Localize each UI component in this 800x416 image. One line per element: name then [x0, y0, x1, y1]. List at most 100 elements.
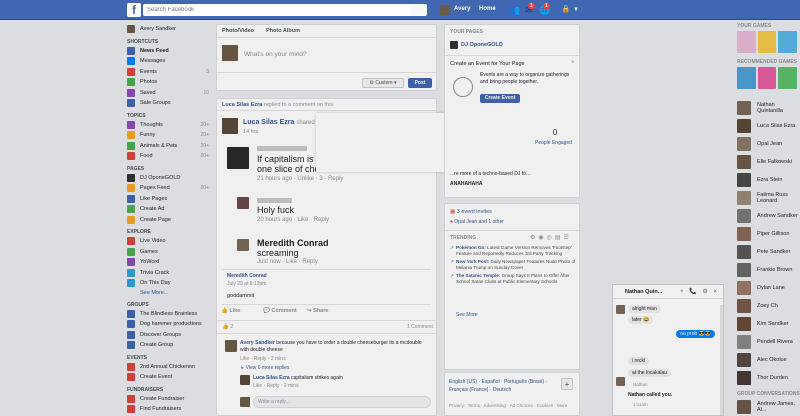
composer-input[interactable]: What's on your mind? [244, 51, 307, 58]
trending-item[interactable]: ↗ Pokémon Go: Latest Game Version Removes… [450, 245, 576, 257]
sidebar-item-create-ad[interactable]: Create Ad [127, 204, 209, 215]
language-line-1[interactable]: English (US) · Español · Português (Bras… [449, 379, 547, 385]
audience-selector[interactable]: ⚙ Custom ▾ [362, 78, 404, 88]
home-link[interactable]: Home [479, 6, 496, 12]
sidebar-item-the-blindless-brainless[interactable]: The Blindless Brainless [127, 309, 209, 320]
contact-item[interactable]: Andrew Sandker [737, 207, 798, 225]
game-thumbnail[interactable] [778, 67, 798, 89]
tab-photo-video[interactable]: Photo/Video [222, 28, 254, 34]
comment-author[interactable]: Meredith Conrad [257, 238, 329, 248]
sidebar-item-find-fundraisers[interactable]: Find Fundraisers [127, 404, 209, 415]
event-invites-sub[interactable]: ● Opal Jean and 1 other [450, 219, 504, 225]
sidebar-item-trivia-crack[interactable]: Trivia Crack [127, 268, 209, 279]
add-language-button[interactable]: + [561, 378, 573, 390]
sidebar-item-animals-pets[interactable]: Animals & Pets 20+ [127, 141, 209, 152]
contact-item[interactable]: Alec Okolue [737, 351, 787, 369]
write-reply-input[interactable]: Write a reply... [253, 396, 431, 408]
search-button[interactable] [411, 5, 425, 15]
friend-requests-icon[interactable]: 👥 [509, 5, 520, 15]
contact-item[interactable]: Thor Durden [737, 369, 788, 387]
sidebar-item-events[interactable]: Events 3 [127, 67, 209, 78]
sidebar-item-photos[interactable]: Photos [127, 77, 209, 88]
page-name[interactable]: DJ OponeGOLD [461, 42, 503, 48]
comment-avatar[interactable] [237, 197, 249, 209]
contact-item[interactable]: Opal Jean [737, 135, 782, 153]
contact-item[interactable]: Elle Falkowski [737, 153, 792, 171]
page-avatar[interactable] [450, 41, 458, 49]
sidebar-item-food[interactable]: Food 20+ [127, 151, 209, 162]
contact-item[interactable]: Zoey Ch [737, 297, 778, 315]
user-avatar[interactable] [440, 5, 450, 15]
contact-item[interactable]: Pendell Rivera [737, 333, 793, 351]
trending-see-more[interactable]: See More [456, 312, 478, 318]
contact-item[interactable]: Pete Sandker [737, 243, 790, 261]
event-invites[interactable]: ▦ 3 event invites [450, 209, 492, 215]
facebook-logo[interactable]: f [127, 3, 141, 17]
footer-links[interactable]: Privacy · Terms · Advertising · Ad Choic… [449, 403, 577, 408]
help-icon[interactable]: 🔒 [561, 5, 571, 15]
profile-link[interactable]: Avery [454, 6, 470, 12]
sidebar-item-news-feed[interactable]: News Feed [127, 46, 209, 57]
sidebar-item-messages[interactable]: Messages [127, 56, 209, 67]
comment-button[interactable]: 💬 Comment [263, 308, 297, 314]
search-input[interactable] [143, 4, 427, 16]
contact-item[interactable]: Fatima Russ Leonard [737, 189, 800, 207]
chat-controls[interactable]: + 📞 ⚙ × [680, 288, 719, 295]
sidebar-item-create-group[interactable]: Create Group [127, 340, 209, 351]
language-line-2[interactable]: Français (France) · Deutsch [449, 387, 511, 393]
explore-see-more[interactable]: See More... [127, 289, 209, 298]
comment-avatar[interactable] [237, 239, 249, 251]
reactions-summary[interactable]: 👍 2 [222, 324, 233, 330]
sidebar-item-2nd-annual-chickennn[interactable]: 2nd Annual Chickennn [127, 362, 209, 373]
chat-scrollbar[interactable] [720, 305, 723, 415]
sidebar-item-dog-hammer-productions[interactable]: Dog hammer productions [127, 319, 209, 330]
chat-header[interactable]: Nathan Quin... + 📞 ⚙ × [613, 285, 723, 299]
contact-item[interactable]: Frankie Brown [737, 261, 792, 279]
sidebar-item-create-event[interactable]: Create Event [127, 372, 209, 383]
left-nav-profile[interactable]: Avery Sandker [127, 24, 209, 35]
sidebar-item-saved[interactable]: Saved 10 [127, 88, 209, 99]
share-button[interactable]: ↪ Share [307, 308, 328, 314]
sidebar-item-like-pages[interactable]: Like Pages [127, 194, 209, 205]
comment-avatar[interactable] [227, 147, 249, 169]
sidebar-item-funny[interactable]: Funny 20+ [127, 130, 209, 141]
trending-item[interactable]: ↗ The Satanic Temple: Group Says It Plans… [450, 273, 576, 285]
contact-item[interactable]: Piper Gillison [737, 225, 789, 243]
sidebar-item-create-fundraiser[interactable]: Create Fundraiser [127, 394, 209, 405]
chat-title[interactable]: Nathan Quin... [625, 289, 662, 295]
create-event-button[interactable]: Create Event [480, 94, 520, 103]
trending-filter-icons[interactable]: ⚙◉◎▤☰ [530, 234, 572, 241]
contact-item[interactable]: Ezra Stein [737, 171, 782, 189]
like-button[interactable]: 👍 Like [221, 308, 240, 314]
game-thumbnail[interactable] [737, 31, 756, 53]
chevron-down-icon[interactable]: ▾ [571, 5, 581, 15]
group-conversation-item[interactable]: Andrew James, Al... [737, 398, 800, 416]
sidebar-item-sale-groups[interactable]: Sale Groups [127, 98, 209, 109]
sidebar-item-pages-feed[interactable]: Pages Feed 20+ [127, 183, 209, 194]
view-more-replies[interactable]: ↳ View 6 more replies [240, 365, 289, 371]
post-author-avatar[interactable] [222, 118, 238, 134]
post-time[interactable]: 14 hrs [243, 129, 258, 135]
sidebar-item-thoughts[interactable]: Thoughts 20+ [127, 120, 209, 131]
contact-item[interactable]: Dylan Lane [737, 279, 785, 297]
comment-count[interactable]: 1 Comment [407, 324, 433, 330]
sidebar-item-games[interactable]: Games [127, 247, 209, 258]
sidebar-item-dj-oponegold[interactable]: DJ OponeGOLD [127, 173, 209, 184]
sidebar-item-create-page[interactable]: Create Page [127, 215, 209, 226]
game-thumbnail[interactable] [757, 67, 777, 89]
reply-avatar[interactable] [225, 340, 237, 352]
contact-item[interactable]: Nathan Quintanilla [737, 99, 800, 117]
contact-item[interactable]: Kim Sandker [737, 315, 789, 333]
contact-item[interactable]: Luca Silas Ezra [737, 117, 795, 135]
sidebar-item-discover-groups[interactable]: Discover Groups [127, 330, 209, 341]
reply-avatar[interactable] [240, 375, 250, 385]
game-thumbnail[interactable] [737, 67, 756, 89]
tab-photo-album[interactable]: Photo Album [266, 28, 300, 34]
stat-label[interactable]: People Engaged [535, 140, 572, 146]
close-icon[interactable]: × [571, 60, 575, 66]
game-thumbnail[interactable] [757, 31, 777, 53]
post-button[interactable]: Post [408, 78, 432, 88]
sidebar-item-on-this-day[interactable]: On This Day [127, 278, 209, 289]
game-thumbnail[interactable] [778, 31, 798, 53]
shared-author[interactable]: Meredith Conrad [227, 273, 267, 279]
